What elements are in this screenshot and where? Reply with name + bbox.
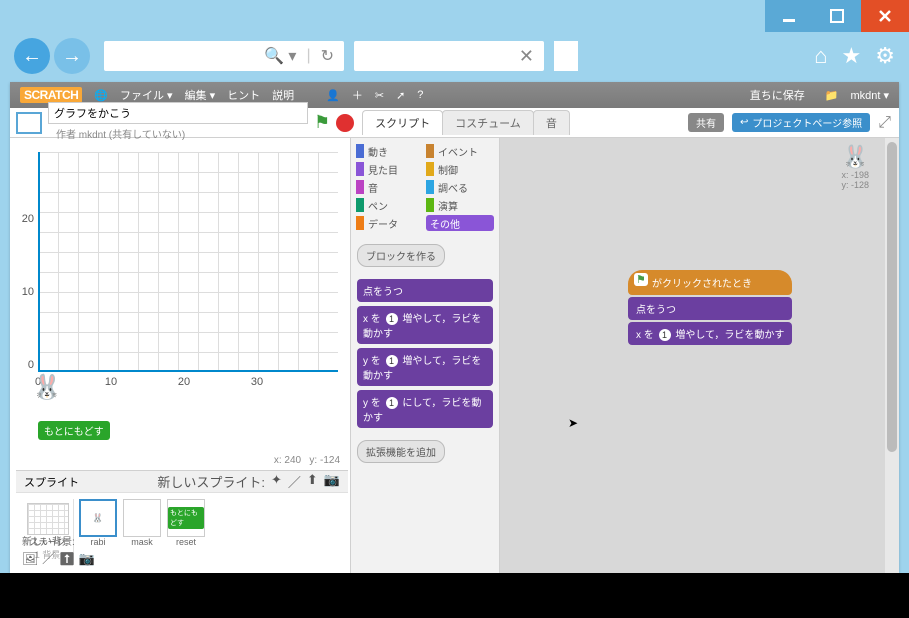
scrollbar[interactable] [885,138,899,573]
category-イベント[interactable]: イベント [426,143,494,159]
stage-coords: x: 240 y: -124 [274,455,340,466]
scratch-editor: SCRATCH 🌐 ファイル ▾ 編集 ▾ ヒント 説明 👤 ＋ ✂ ➚ ? 直… [10,82,899,573]
back-button[interactable]: ← [14,38,50,74]
menu-edit[interactable]: 編集 ▾ [185,87,216,103]
choose-sprite-icon[interactable]: ✦ [271,472,282,491]
maximize-button[interactable] [813,0,861,32]
duplicate-icon[interactable]: ＋ [352,87,363,103]
graph-chart: 0 10 20 0 10 20 30 🐰 [38,152,338,372]
y-tick-0: 0 [28,359,38,371]
block-move-x[interactable]: x を 1 増やして，ラビを動かす [628,322,792,345]
stamp-icon[interactable]: 👤 [326,89,340,102]
sprite-panel: スプライト 新しいスプライト: ✦ ／ ⬆ 📷 ステージ 1 背景 🐰rabim… [16,470,348,573]
script-stack[interactable]: がクリックされたとき 点をうつ x を 1 増やして，ラビを動かす [628,270,792,345]
forward-button[interactable]: → [54,38,90,74]
grow-icon[interactable]: ➚ [396,89,405,102]
project-header: 作者 mkdnt (共有していない) ⚑ スクリプト コスチューム 音 共有 ↩… [10,108,899,138]
user-menu[interactable]: mkdnt ▾ [850,89,889,102]
share-button[interactable]: 共有 [688,113,724,132]
sprite-header: スプライト [24,474,79,490]
stage-area: 0 10 20 0 10 20 30 🐰 もとにもどす x: 240 y: -1… [16,138,348,468]
shrink-icon[interactable]: ✂ [375,89,384,102]
category-調べる[interactable]: 調べる [426,179,494,195]
new-sprite-label: 新しいスプライト: [157,472,265,491]
expand-icon[interactable]: ⤢ [878,114,891,132]
tab-sounds[interactable]: 音 [533,110,570,135]
tabs-area[interactable] [554,41,578,71]
category-その他[interactable]: その他 [426,215,494,231]
save-now[interactable]: 直ちに保存 [750,87,805,103]
category-演算[interactable]: 演算 [426,197,494,213]
script-workspace[interactable]: 🐰 x: -198 y: -128 がクリックされたとき 点をうつ x を 1 … [500,138,899,573]
tab-costumes[interactable]: コスチューム [442,110,534,135]
globe-icon[interactable]: 🌐 [94,89,108,102]
palette-block-0[interactable]: 点をうつ [357,279,493,302]
palette-block-2[interactable]: y を 1 増やして，ラビを動かす [357,348,493,386]
paint-sprite-icon[interactable]: ／ [288,472,301,491]
url-input[interactable]: 🔍 ▾|↻ [104,41,344,71]
category-見た目[interactable]: 見た目 [356,161,424,177]
palette-block-1[interactable]: x を 1 増やして，ラビを動かす [357,306,493,344]
reload-icon[interactable]: ↻ [321,46,334,66]
search-input[interactable]: ✕ [354,41,544,71]
tab-scripts[interactable]: スクリプト [362,110,443,135]
block-palette: 動きイベント見た目制御音調べるペン演算データその他 ブロックを作る 点をうつ x … [350,138,500,573]
home-icon[interactable]: ⌂ [814,43,827,69]
menu-file[interactable]: ファイル ▾ [120,87,173,103]
category-音[interactable]: 音 [356,179,424,195]
category-制御[interactable]: 制御 [426,161,494,177]
hat-block-flag-clicked[interactable]: がクリックされたとき [628,270,792,295]
reset-button[interactable]: もとにもどす [38,421,110,440]
close-button[interactable] [861,0,909,32]
menu-hint[interactable]: ヒント [227,87,260,103]
folder-icon[interactable]: 📁 [825,89,839,102]
mouse-cursor-icon: ➤ [568,416,578,430]
palette-block-3[interactable]: y を 1 にして，ラビを動かす [357,390,493,428]
block-plot-point[interactable]: 点をうつ [628,297,792,320]
sprite-reset[interactable]: もとにもどすreset [166,499,206,555]
y-tick-2: 20 [22,213,38,225]
minimize-button[interactable] [765,0,813,32]
address-bar: ← → 🔍 ▾|↻ ✕ ⌂ ★ ⚙ [0,32,909,80]
menu-about[interactable]: 説明 [272,87,294,103]
x-tick-1: 10 [105,376,117,388]
y-tick-1: 10 [22,286,38,298]
rabbit-sprite[interactable]: 🐰 [32,373,62,402]
view-mode-icon[interactable] [16,112,42,134]
category-データ[interactable]: データ [356,215,424,231]
gear-icon[interactable]: ⚙ [875,43,895,69]
project-title-input[interactable] [48,102,308,124]
camera-sprite-icon[interactable]: 📷 [324,472,340,491]
green-flag-button[interactable]: ⚑ [314,112,330,133]
star-icon[interactable]: ★ [842,43,862,69]
upload-sprite-icon[interactable]: ⬆ [307,472,318,491]
x-tick-3: 30 [251,376,263,388]
search-icon: 🔍 ▾ [264,46,296,66]
make-block-button[interactable]: ブロックを作る [357,244,445,267]
new-bg-label: 新しい背景: 🖼 ／ ⬆ 📷 [22,533,95,567]
clear-icon[interactable]: ✕ [519,46,534,67]
script-sprite-info: 🐰 x: -198 y: -128 [841,144,869,190]
stop-button[interactable] [336,114,354,132]
sprite-mask[interactable]: mask [122,499,162,555]
add-extension-button[interactable]: 拡張機能を追加 [357,440,445,463]
window-titlebar [0,0,909,32]
category-ペン[interactable]: ペン [356,197,424,213]
scratch-logo: SCRATCH [20,87,82,103]
help-icon[interactable]: ? [417,89,423,101]
x-tick-2: 20 [178,376,190,388]
project-page-button[interactable]: ↩プロジェクトページ参照 [732,113,870,132]
category-動き[interactable]: 動き [356,143,424,159]
